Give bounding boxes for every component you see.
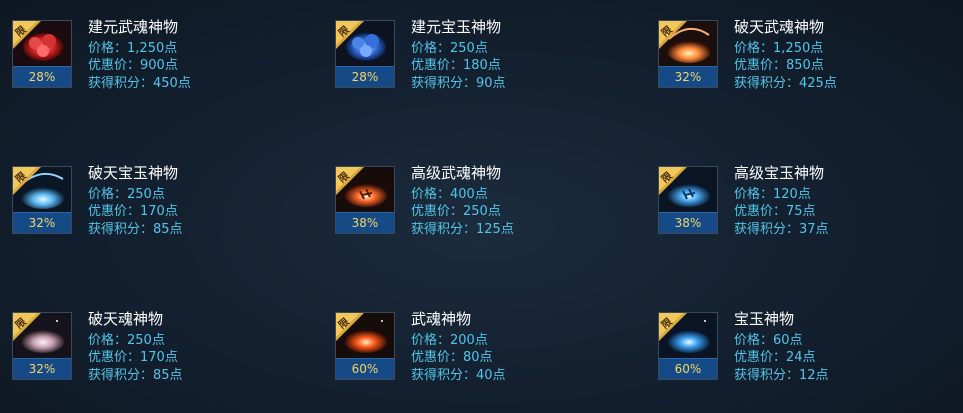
discount-value: 170点: [140, 204, 178, 219]
points-label: 获得积分：: [88, 368, 154, 383]
discount-value: 170点: [140, 350, 178, 365]
shop-item[interactable]: 限 28% 建元武魂神物 价格：1,250点 优惠价：900点 获得积分：450…: [0, 0, 300, 91]
discount-value: 900点: [140, 58, 178, 73]
points-value: 85点: [153, 368, 183, 383]
red-glow-orb-icon[interactable]: 限 60%: [335, 312, 395, 380]
discount-line: 优惠价：24点: [734, 346, 816, 365]
points-value: 125点: [476, 222, 514, 237]
fire-swirl-orb-icon[interactable]: 限 32%: [658, 20, 718, 88]
discount-label: 优惠价：: [88, 204, 141, 219]
discount-value: 24点: [786, 350, 816, 365]
discount-percent: 38%: [659, 212, 717, 233]
shop-item[interactable]: 限 60% 武魂神物 价格：200点 优惠价：80点 获得积分：40点: [323, 292, 623, 383]
shop-item-grid: 限 28% 建元武魂神物 价格：1,250点 优惠价：900点 获得积分：450…: [0, 0, 963, 413]
item-name: 高级武魂神物: [411, 164, 502, 182]
discount-label: 优惠价：: [88, 58, 141, 73]
shop-item[interactable]: 限 60% 宝玉神物 价格：60点 优惠价：24点 获得积分：12点: [646, 292, 946, 383]
discount-percent: 32%: [13, 358, 71, 379]
points-line: 获得积分：40点: [411, 364, 506, 383]
points-value: 85点: [153, 222, 183, 237]
points-label: 获得积分：: [88, 76, 154, 91]
points-line: 获得积分：12点: [734, 364, 829, 383]
discount-line: 优惠价：850点: [734, 54, 824, 73]
shop-item[interactable]: 限 32% 破天魂神物 价格：250点 优惠价：170点 获得积分：85点: [0, 292, 300, 383]
points-value: 37点: [799, 222, 829, 237]
shop-item[interactable]: 限 32% 破天宝玉神物 价格：250点 优惠价：170点 获得积分：85点: [0, 146, 300, 237]
discount-percent: 32%: [659, 66, 717, 87]
points-label: 获得积分：: [88, 222, 154, 237]
points-value: 12点: [799, 368, 829, 383]
shop-item[interactable]: 限 38% 高级宝玉神物 价格：120点 优惠价：75点 获得积分：37点: [646, 146, 946, 237]
discount-percent: 60%: [659, 358, 717, 379]
points-value: 450点: [153, 76, 191, 91]
points-label: 获得积分：: [411, 76, 477, 91]
discount-label: 优惠价：: [411, 350, 464, 365]
discount-label: 优惠价：: [734, 58, 787, 73]
points-label: 获得积分：: [734, 222, 800, 237]
discount-percent: 28%: [13, 66, 71, 87]
points-line: 获得积分：125点: [411, 218, 514, 237]
points-value: 40点: [476, 368, 506, 383]
points-label: 获得积分：: [734, 76, 800, 91]
item-name: 宝玉神物: [734, 310, 795, 328]
discount-line: 优惠价：80点: [411, 346, 493, 365]
points-label: 获得积分：: [734, 368, 800, 383]
discount-line: 优惠价：180点: [411, 54, 501, 73]
blue-crystal-flower-icon[interactable]: 限 28%: [335, 20, 395, 88]
blue-swirl-orb-icon[interactable]: 限 32%: [12, 166, 72, 234]
discount-percent: 32%: [13, 212, 71, 233]
points-line: 获得积分：37点: [734, 218, 829, 237]
discount-value: 850点: [786, 58, 824, 73]
points-label: 获得积分：: [411, 368, 477, 383]
shop-item[interactable]: 限 32% 破天武魂神物 价格：1,250点 优惠价：850点 获得积分：425…: [646, 0, 946, 91]
discount-line: 优惠价：170点: [88, 200, 178, 219]
discount-value: 180点: [463, 58, 501, 73]
discount-percent: 28%: [336, 66, 394, 87]
discount-label: 优惠价：: [734, 204, 787, 219]
points-value: 90点: [476, 76, 506, 91]
discount-line: 优惠价：170点: [88, 346, 178, 365]
shop-item[interactable]: 限 38% 高级武魂神物 价格：400点 优惠价：250点 获得积分：125点: [323, 146, 623, 237]
item-name: 破天魂神物: [88, 310, 164, 328]
item-name: 武魂神物: [411, 310, 472, 328]
red-crystal-flower-icon[interactable]: 限 28%: [12, 20, 72, 88]
points-line: 获得积分：425点: [734, 72, 837, 91]
discount-line: 优惠价：75点: [734, 200, 816, 219]
item-name: 建元宝玉神物: [411, 18, 502, 36]
discount-line: 优惠价：900点: [88, 54, 178, 73]
discount-value: 75点: [786, 204, 816, 219]
item-name: 破天武魂神物: [734, 18, 825, 36]
red-rune-orb-icon[interactable]: 限 38%: [335, 166, 395, 234]
item-name: 破天宝玉神物: [88, 164, 179, 182]
discount-value: 80点: [463, 350, 493, 365]
points-label: 获得积分：: [411, 222, 477, 237]
item-name: 建元武魂神物: [88, 18, 179, 36]
discount-label: 优惠价：: [411, 204, 464, 219]
blue-rune-orb-icon[interactable]: 限 38%: [658, 166, 718, 234]
discount-percent: 38%: [336, 212, 394, 233]
points-line: 获得积分：85点: [88, 218, 183, 237]
discount-label: 优惠价：: [88, 350, 141, 365]
discount-label: 优惠价：: [734, 350, 787, 365]
points-line: 获得积分：90点: [411, 72, 506, 91]
points-line: 获得积分：85点: [88, 364, 183, 383]
discount-line: 优惠价：250点: [411, 200, 501, 219]
item-name: 高级宝玉神物: [734, 164, 825, 182]
shop-item[interactable]: 限 28% 建元宝玉神物 价格：250点 优惠价：180点 获得积分：90点: [323, 0, 623, 91]
discount-value: 250点: [463, 204, 501, 219]
discount-percent: 60%: [336, 358, 394, 379]
points-value: 425点: [799, 76, 837, 91]
grey-pink-orb-icon[interactable]: 限 32%: [12, 312, 72, 380]
blue-glow-orb-icon[interactable]: 限 60%: [658, 312, 718, 380]
discount-label: 优惠价：: [411, 58, 464, 73]
points-line: 获得积分：450点: [88, 72, 191, 91]
